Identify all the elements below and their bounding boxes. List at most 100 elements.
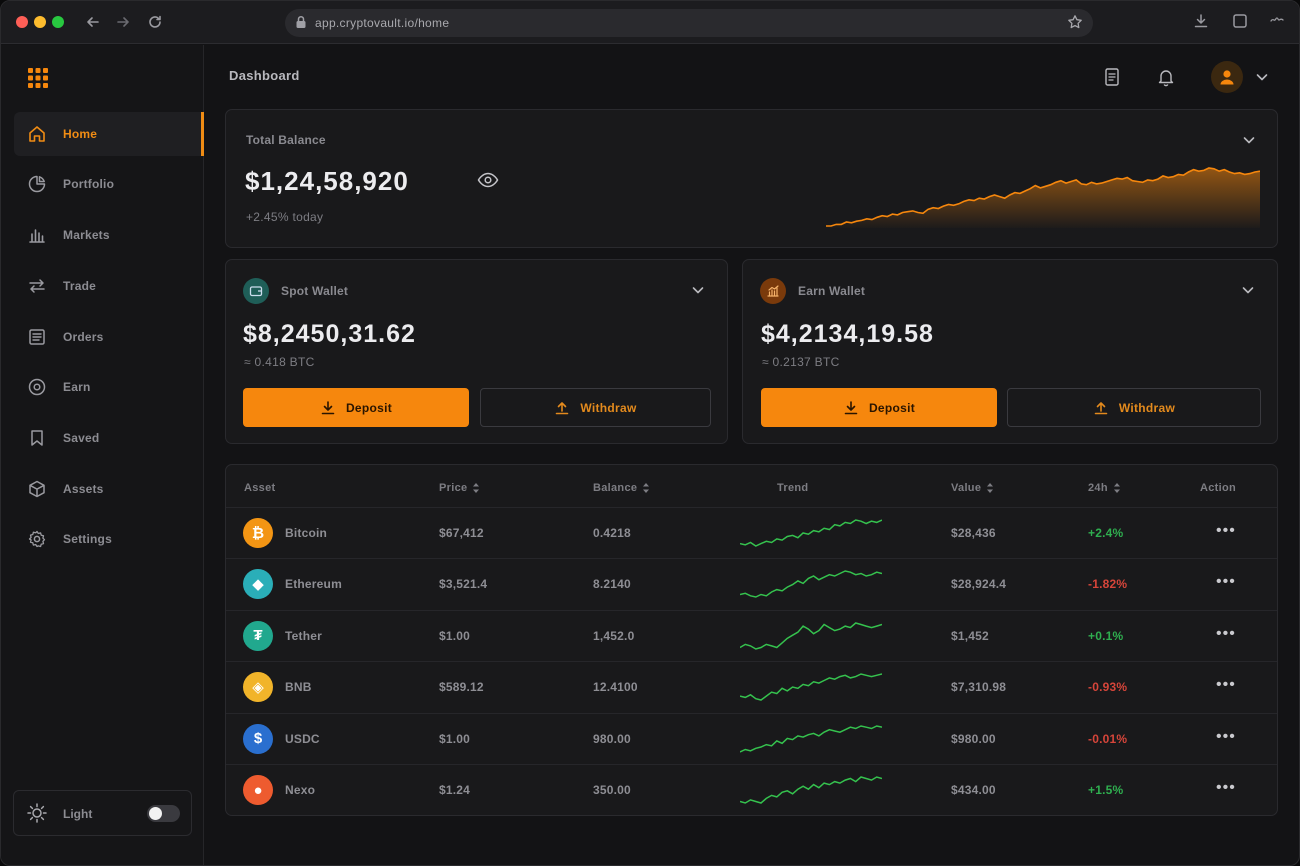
more-options-icon[interactable]: ••• <box>1216 676 1236 694</box>
balance-area-fill <box>826 168 1260 228</box>
url-text: app.cryptovault.io/home <box>315 16 450 30</box>
download-icon <box>844 400 858 414</box>
sun-icon <box>27 803 47 823</box>
asset-price: $1.00 <box>439 628 471 643</box>
deposit-button[interactable]: Deposit <box>243 388 469 427</box>
wallet-icon <box>243 278 269 304</box>
table-row[interactable]: ◆ Ethereum $3,521.4 8.2140 $28,924.4 -1.82% ••… <box>226 558 1277 609</box>
asset-name: Tether <box>285 628 322 643</box>
withdraw-label: Withdraw <box>580 400 637 415</box>
table-row[interactable]: ₿ Bitcoin $67,412 0.4218 $28,436 +2.4% ••• <box>226 507 1277 558</box>
reload-icon[interactable] <box>144 11 166 33</box>
withdraw-button[interactable]: Withdraw <box>480 388 711 427</box>
sidebar-item-trade[interactable]: Trade <box>14 264 204 308</box>
column-header-24h-change[interactable]: 24h <box>1088 482 1121 494</box>
balance-change: +2.45% today <box>246 210 324 224</box>
theme-toggle[interactable] <box>147 805 180 822</box>
sidebar-item-home[interactable]: Home <box>14 112 204 156</box>
asset-price: $1.24 <box>439 783 471 797</box>
sidebar-item-label: Markets <box>63 228 110 242</box>
column-header-value[interactable]: Value <box>951 482 994 494</box>
column-header-balance[interactable]: Balance <box>593 482 650 494</box>
column-header-price[interactable]: Price <box>439 482 480 494</box>
sidebar-item-label: Assets <box>63 482 104 496</box>
sort-icon <box>1113 483 1120 493</box>
sidebar-item-saved[interactable]: Saved <box>14 416 204 460</box>
more-options-icon[interactable]: ••• <box>1216 573 1236 591</box>
sidebar-item-orders[interactable]: Orders <box>14 315 204 359</box>
asset-change: +2.4% <box>1088 526 1124 540</box>
box-icon <box>25 477 49 501</box>
asset-change: -0.93% <box>1088 680 1128 695</box>
browser-window: app.cryptovault.io/home Home Portfolio M… <box>0 0 1300 866</box>
asset-name: USDC <box>285 731 320 746</box>
assets-table: Asset Price Balance Trend Value 24h Acti… <box>225 464 1278 816</box>
more-options-icon[interactable]: ••• <box>1216 522 1236 540</box>
asset-price: $589.12 <box>439 680 484 695</box>
asset-balance: 980.00 <box>593 731 631 746</box>
sidebar-item-label: Orders <box>63 330 104 344</box>
back-arrow-icon[interactable] <box>82 11 104 33</box>
chevron-down-icon[interactable] <box>1254 69 1270 85</box>
table-row[interactable]: ◈ BNB $589.12 12.4100 $7,310.98 -0.93% ••• <box>226 661 1277 712</box>
sidebar-item-assets[interactable]: Assets <box>14 467 204 511</box>
sparkline-path <box>740 724 882 753</box>
asset-change: +0.1% <box>1088 628 1124 643</box>
more-options-icon[interactable]: ••• <box>1216 625 1236 643</box>
table-row[interactable]: $ USDC $1.00 980.00 $980.00 -0.01% ••• <box>226 712 1277 764</box>
chevron-down-icon[interactable] <box>1241 132 1257 148</box>
document-icon[interactable] <box>1100 65 1124 89</box>
deposit-label: Deposit <box>868 400 916 415</box>
extensions-icon[interactable] <box>1269 12 1285 35</box>
asset-value: $1,452 <box>951 628 989 643</box>
column-header-trend: Trend <box>777 482 809 494</box>
table-row[interactable]: ● Nexo $1.24 350.00 $434.00 +1.5% ••• <box>226 764 1277 815</box>
forward-arrow-icon[interactable] <box>112 11 134 33</box>
address-bar[interactable]: app.cryptovault.io/home <box>285 9 1093 37</box>
sparkline-path <box>740 621 882 650</box>
download-icon <box>321 400 335 414</box>
column-header-action: Action <box>1200 482 1237 494</box>
sidebar-item-markets[interactable]: Markets <box>14 213 204 257</box>
asset-balance: 0.4218 <box>593 526 631 540</box>
bell-icon[interactable] <box>1154 65 1178 89</box>
chevron-down-icon[interactable] <box>690 282 706 298</box>
maximize-window-button[interactable] <box>52 16 64 28</box>
minimize-window-button[interactable] <box>34 16 46 28</box>
active-indicator <box>201 112 204 156</box>
deposit-button[interactable]: Deposit <box>761 388 997 427</box>
sparkline-path <box>740 519 882 547</box>
upload-icon <box>556 401 569 414</box>
trend-sparkline <box>740 570 882 599</box>
trend-sparkline <box>740 776 882 804</box>
asset-name: Bitcoin <box>285 526 328 540</box>
sidebar-item-portfolio[interactable]: Portfolio <box>14 162 204 206</box>
download-icon[interactable] <box>1192 12 1210 35</box>
asset-name: BNB <box>285 680 312 695</box>
deposit-label: Deposit <box>345 400 393 415</box>
chevron-down-icon[interactable] <box>1240 282 1256 298</box>
total-balance-value: $1,24,58,920 <box>245 166 409 196</box>
bookmark-icon <box>25 426 49 450</box>
sidebar-item-label: Earn <box>63 380 91 394</box>
eye-icon[interactable] <box>477 171 499 194</box>
wallet-label: Earn Wallet <box>798 284 866 298</box>
close-window-button[interactable] <box>16 16 28 28</box>
target-icon <box>25 375 49 399</box>
sidebar-item-settings[interactable]: Settings <box>14 517 204 561</box>
table-row[interactable]: ₮ Tether $1.00 1,452.0 $1,452 +0.1% ••• <box>226 609 1277 661</box>
bookmark-star-icon[interactable] <box>1067 14 1083 30</box>
avatar[interactable] <box>1211 61 1243 93</box>
asset-name: Ethereum <box>285 577 342 592</box>
asset-value: $7,310.98 <box>951 680 1007 695</box>
spot-wallet-card: Spot Wallet $8,2450,31.62 ≈ 0.418 BTC De… <box>225 259 728 444</box>
tabs-overview-icon[interactable] <box>1231 12 1249 35</box>
sidebar-item-earn[interactable]: Earn <box>14 365 204 409</box>
trend-sparkline <box>740 724 882 753</box>
more-options-icon[interactable]: ••• <box>1216 779 1236 797</box>
more-options-icon[interactable]: ••• <box>1216 728 1236 746</box>
sidebar-item-label: Saved <box>63 431 100 445</box>
earn-wallet-card: Earn Wallet $4,2134,19.58 ≈ 0.2137 BTC D… <box>742 259 1278 444</box>
withdraw-button[interactable]: Withdraw <box>1007 388 1261 427</box>
app-logo-grid-icon[interactable] <box>27 67 49 89</box>
